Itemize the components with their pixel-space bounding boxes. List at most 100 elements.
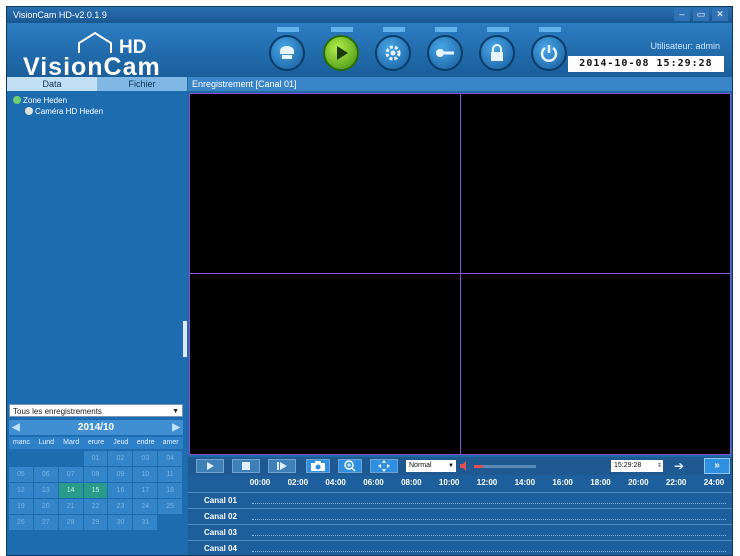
calendar-day[interactable]: 21 (58, 499, 83, 514)
calendar-day[interactable]: 25 (158, 499, 183, 514)
calendar-day[interactable]: 11 (158, 467, 183, 482)
view-title: Enregistrement [Canal 01] (188, 77, 732, 91)
calendar-prev-button[interactable]: ◀ (12, 420, 20, 435)
camera-icon (280, 46, 294, 59)
calendar-day[interactable]: 23 (108, 499, 133, 514)
channel-row[interactable]: Canal 04 (188, 540, 732, 555)
calendar-day[interactable]: 15 (83, 483, 108, 498)
calendar-day[interactable]: 18 (158, 483, 183, 498)
calendar-day[interactable]: 14 (58, 483, 83, 498)
channel-row[interactable]: Canal 01 (188, 492, 732, 508)
video-pane-1[interactable] (189, 93, 461, 274)
calendar-day[interactable]: 22 (83, 499, 108, 514)
speaker-icon[interactable] (460, 461, 470, 471)
timeline-hour-label: 18:00 (590, 478, 611, 487)
calendar-empty-cell (59, 451, 83, 466)
calendar-day[interactable]: 07 (58, 467, 83, 482)
expand-button[interactable]: » (704, 458, 730, 474)
calendar-day[interactable]: 01 (83, 451, 108, 466)
snapshot-button[interactable] (306, 459, 330, 473)
panel-splitter-handle[interactable] (183, 321, 187, 357)
channel-row[interactable]: Canal 02 (188, 508, 732, 524)
user-label: Utilisateur: admin (650, 41, 720, 51)
calendar-day[interactable]: 08 (83, 467, 108, 482)
timeline-hour-label: 12:00 (476, 478, 498, 487)
calendar-day[interactable]: 16 (108, 483, 133, 498)
gear-icon-button[interactable] (375, 27, 411, 71)
stop-button[interactable] (232, 459, 260, 473)
next-frame-button[interactable] (268, 459, 296, 473)
channel-label: Canal 04 (204, 544, 237, 553)
weekday-label: manc (12, 439, 30, 446)
play-button[interactable] (196, 459, 224, 473)
calendar-day[interactable]: 29 (83, 515, 108, 530)
channel-track[interactable] (252, 551, 726, 552)
speed-select[interactable]: Normal ▼ (406, 460, 456, 472)
calendar-day[interactable]: 28 (58, 515, 83, 530)
calendar-day[interactable]: 09 (108, 467, 133, 482)
calendar-day[interactable]: 12 (9, 483, 33, 498)
minimize-button[interactable]: ‒ (674, 8, 690, 21)
calendar-day[interactable]: 05 (9, 467, 33, 482)
record-filter-select[interactable]: Tous les enregistrements ▼ (9, 404, 183, 417)
lock-icon-button[interactable] (479, 27, 515, 71)
video-pane-3[interactable] (189, 273, 461, 455)
spinner-icon[interactable]: ⇕ (657, 460, 662, 472)
video-pane-2[interactable] (460, 93, 731, 274)
calendar-day[interactable]: 17 (133, 483, 158, 498)
channel-row[interactable]: Canal 03 (188, 524, 732, 540)
calendar-day[interactable]: 02 (108, 451, 133, 466)
calendar-week-row: 12 13 14 15 16 17 18 (9, 483, 183, 498)
calendar-day[interactable]: 10 (133, 467, 158, 482)
app-window: VisionCam HD-v2.0.1.9 ‒ ▭ ✕ HD VisionCam (6, 6, 733, 556)
calendar-next-button[interactable]: ▶ (172, 420, 180, 435)
calendar-day[interactable]: 27 (33, 515, 58, 530)
sidebar: Data Fichier Zone Heden Caméra HD Heden … (7, 77, 187, 555)
video-pane-4[interactable] (460, 273, 731, 455)
calendar-day[interactable]: 30 (108, 515, 133, 530)
key-icon-button[interactable] (427, 27, 463, 71)
calendar-day[interactable]: 06 (33, 467, 58, 482)
sidebar-tabs: Data Fichier (7, 77, 187, 91)
timeline-hour-label: 14:00 (514, 478, 536, 487)
power-icon-button[interactable] (531, 27, 567, 71)
calendar-day[interactable]: 24 (133, 499, 158, 514)
calendar-day[interactable]: 31 (133, 515, 158, 530)
calendar-day[interactable]: 19 (9, 499, 33, 514)
tree-node-camera[interactable]: Caméra HD Heden (9, 106, 103, 117)
calendar-day[interactable]: 04 (158, 451, 183, 466)
timeline-hour-label: 22:00 (665, 478, 687, 487)
calendar-grid: 01 02 03 04 05 06 07 08 09 10 11 12 13 14 15 16 17 18 19 20… (9, 451, 183, 531)
tab-fichier[interactable]: Fichier (97, 77, 187, 91)
calendar-weekdays: manc Lund Mard erure Jeud endre amer (9, 437, 183, 449)
fullscreen-button[interactable] (370, 459, 398, 473)
channel-track[interactable] (252, 535, 726, 536)
tree-node-zone[interactable]: Zone Heden (9, 95, 103, 106)
weekday-label: erure (87, 439, 105, 446)
calendar-week-row: 26 27 28 29 30 31 (9, 515, 183, 530)
channel-track[interactable] (252, 519, 726, 520)
calendar-day[interactable]: 03 (133, 451, 158, 466)
timeline-hour-label: 08:00 (401, 478, 422, 487)
play-icon-button[interactable] (323, 27, 359, 71)
app-header: HD VisionCam Utilisateur: admin 2014-10-… (7, 23, 732, 81)
go-button[interactable]: ➔ (670, 459, 688, 473)
maximize-button[interactable]: ▭ (693, 8, 709, 21)
calendar-empty-cell (9, 451, 33, 466)
calendar-day[interactable]: 13 (33, 483, 58, 498)
play-icon (337, 46, 348, 60)
calendar-day[interactable]: 26 (9, 515, 33, 530)
calendar-month: 2014/10 (77, 422, 115, 433)
key-icon (436, 49, 454, 57)
tab-data[interactable]: Data (7, 77, 97, 91)
zoom-button[interactable] (338, 459, 362, 473)
calendar-day[interactable]: 20 (33, 499, 58, 514)
volume-slider[interactable] (474, 465, 536, 468)
camera-icon-button[interactable] (269, 27, 305, 71)
datetime-display: 2014-10-08 15:29:28 (568, 56, 724, 72)
window-title: VisionCam HD-v2.0.1.9 (13, 10, 107, 20)
fullscreen-icon (378, 460, 390, 472)
time-input[interactable]: 15:29:28 ⇕ (611, 460, 663, 472)
close-button[interactable]: ✕ (712, 8, 728, 21)
channel-track[interactable] (252, 503, 726, 504)
